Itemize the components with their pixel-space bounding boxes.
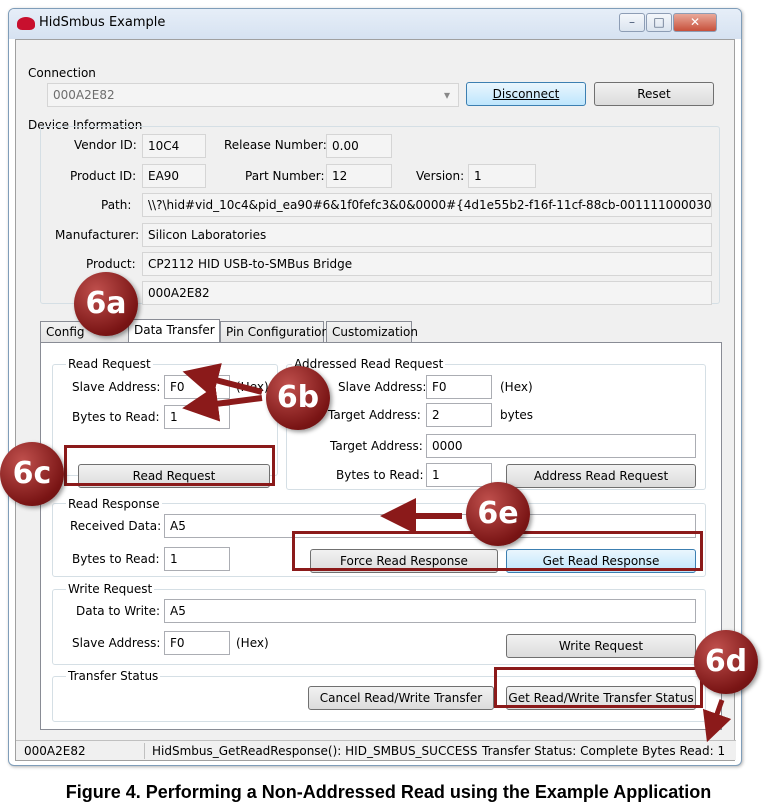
connection-group-label: Connection	[28, 66, 96, 80]
disconnect-button[interactable]: Disconnect	[466, 82, 586, 106]
status-message: HidSmbus_GetReadResponse(): HID_SMBUS_SU…	[152, 744, 478, 758]
version-field[interactable]: 1	[468, 164, 536, 188]
transfer-status-group-label: Transfer Status	[66, 669, 161, 683]
ar-bytes-label: Bytes to Read:	[336, 468, 424, 482]
tab-pin-configuration-label: Pin Configuration	[226, 325, 330, 339]
ar-bytes-input[interactable]: 1	[426, 463, 492, 487]
part-number-label: Part Number:	[245, 169, 325, 183]
callout-6b: 6b	[266, 366, 330, 430]
app-window: HidSmbus Example – □ ✕ Connection 000A2E…	[8, 8, 742, 766]
tab-customization[interactable]: Customization	[326, 321, 418, 343]
device-select[interactable]: 000A2E82	[47, 83, 459, 107]
tab-configuration-label: Config	[46, 325, 85, 339]
ar-slave-address-input[interactable]: F0	[426, 375, 492, 399]
rr-bytes-label: Bytes to Read:	[72, 410, 160, 424]
callout-6a: 6a	[74, 272, 138, 336]
wr-slave-label: Slave Address:	[72, 636, 161, 650]
release-number-field[interactable]: 0.00	[326, 134, 392, 158]
silabs-logo-icon	[17, 17, 35, 30]
manufacturer-label: Manufacturer:	[55, 228, 140, 242]
tab-data-transfer[interactable]: Data Transfer	[128, 319, 220, 343]
cancel-transfer-button[interactable]: Cancel Read/Write Transfer	[308, 686, 494, 710]
status-bar: 000A2E82 HidSmbus_GetReadResponse(): HID…	[16, 740, 736, 760]
path-field[interactable]: \\?\hid#vid_10c4&pid_ea90#6&1f0fefc3&0&0…	[142, 193, 712, 217]
minimize-button[interactable]: –	[619, 13, 645, 32]
resp-bytes-label: Bytes to Read:	[72, 552, 160, 566]
callout-6e: 6e	[466, 482, 530, 546]
maximize-button[interactable]: □	[646, 13, 672, 32]
ar-target2-label: Target Address:	[330, 439, 423, 453]
received-data-label: Received Data:	[70, 519, 162, 533]
product-field[interactable]: CP2112 HID USB-to-SMBus Bridge	[142, 252, 712, 276]
ar-target-label: Target Address:	[328, 408, 421, 422]
close-button[interactable]: ✕	[673, 13, 717, 32]
reset-button[interactable]: Reset	[594, 82, 714, 106]
manufacturer-field[interactable]: Silicon Laboratories	[142, 223, 712, 247]
vendor-id-label: Vendor ID:	[74, 138, 137, 152]
reset-label: Reset	[637, 87, 671, 101]
path-label: Path:	[101, 198, 132, 212]
ar-hex-label: (Hex)	[500, 380, 533, 394]
status-transfer: Transfer Status: Complete	[482, 744, 638, 758]
read-response-group-label: Read Response	[66, 497, 162, 511]
version-label: Version:	[416, 169, 465, 183]
title-bar: HidSmbus Example – □ ✕	[9, 9, 741, 39]
rr-slave-address-input[interactable]: F0	[164, 375, 230, 399]
data-to-write-label: Data to Write:	[76, 604, 161, 618]
addressed-read-group-label: Addressed Read Request	[292, 357, 446, 371]
address-read-request-button[interactable]: Address Read Request	[506, 464, 696, 488]
status-device: 000A2E82	[24, 744, 86, 758]
wr-hex-label: (Hex)	[236, 636, 269, 650]
figure-caption: Figure 4. Performing a Non-Addressed Rea…	[65, 782, 712, 802]
write-request-button[interactable]: Write Request	[506, 634, 696, 658]
read-request-group-label: Read Request	[66, 357, 153, 371]
release-number-label: Release Number:	[224, 138, 327, 152]
product-label: Product:	[86, 257, 136, 271]
disconnect-label: Disconnect	[492, 87, 560, 101]
serial-field[interactable]: 000A2E82	[142, 281, 712, 305]
highlight-transfer-status	[494, 667, 703, 708]
product-id-field[interactable]: EA90	[142, 164, 206, 188]
rr-bytes-input[interactable]: 1	[164, 405, 230, 429]
resp-bytes-field[interactable]: 1	[164, 547, 230, 571]
callout-6c: 6c	[0, 442, 64, 506]
status-bytes-read: Bytes Read: 1	[642, 744, 726, 758]
ar-target-address-input[interactable]: 0000	[426, 434, 696, 458]
highlight-read-request	[64, 445, 275, 486]
ar-slave-label: Slave Address:	[338, 380, 427, 394]
wr-slave-address-input[interactable]: F0	[164, 631, 230, 655]
product-id-label: Product ID:	[70, 169, 137, 183]
status-divider	[144, 743, 145, 759]
ar-bytes-unit-label: bytes	[500, 408, 534, 422]
tab-pin-configuration[interactable]: Pin Configuration	[220, 321, 329, 343]
part-number-field[interactable]: 12	[326, 164, 392, 188]
rr-hex-label: (Hex)	[236, 380, 269, 394]
write-request-group-label: Write Request	[66, 582, 155, 596]
callout-6d: 6d	[694, 630, 758, 694]
tab-data-transfer-label: Data Transfer	[134, 323, 215, 337]
vendor-id-field[interactable]: 10C4	[142, 134, 206, 158]
ar-target-size-input[interactable]: 2	[426, 403, 492, 427]
rr-slave-label: Slave Address:	[72, 380, 161, 394]
chevron-down-icon[interactable]: ▾	[444, 88, 450, 102]
tab-customization-label: Customization	[332, 325, 418, 339]
window-title: HidSmbus Example	[39, 15, 166, 30]
client-area: Connection 000A2E82 ▾ Disconnect Reset D…	[15, 39, 736, 761]
data-to-write-input[interactable]: A5	[164, 599, 696, 623]
